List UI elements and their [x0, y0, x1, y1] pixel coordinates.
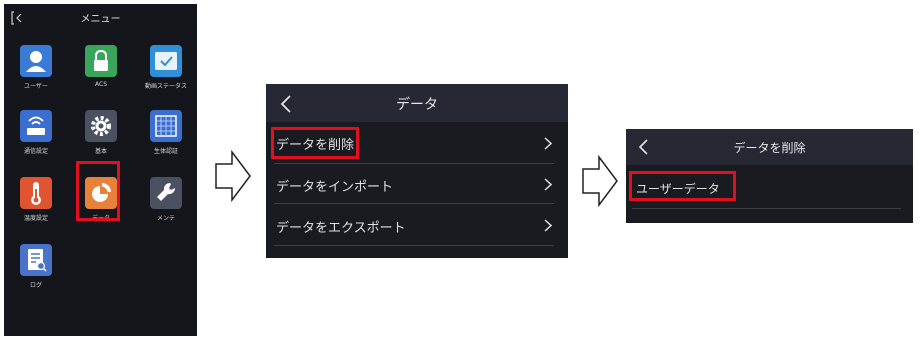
menu-item-label: データをインポート — [276, 180, 394, 195]
delete-data-title: データを削除 — [733, 141, 806, 155]
chevron-right-icon — [544, 137, 552, 150]
chevron-right-icon — [544, 178, 552, 191]
menu-tile-label: メンテ — [156, 215, 175, 222]
video-status-icon — [150, 45, 182, 77]
user-icon — [20, 45, 52, 77]
menu-tile-label: 動画ステータス — [144, 83, 187, 90]
menu-tile-label: 生体認証 — [153, 148, 178, 155]
menu-tile-label: ログ — [29, 282, 42, 289]
biometric-icon — [150, 110, 182, 142]
chevron-right-icon — [544, 219, 552, 232]
gear-icon — [85, 110, 117, 142]
log-icon — [20, 244, 52, 276]
data-screen-header: データ — [266, 84, 568, 122]
delete-data-screen: データを削除 ユーザーデータ — [626, 129, 913, 223]
menu-item-label: データをエクスポート — [276, 221, 406, 236]
highlight-box-delete-data — [271, 127, 359, 159]
lock-icon — [85, 45, 117, 77]
divider — [274, 245, 554, 246]
step-arrow-icon — [215, 150, 251, 202]
menu-item-export-data[interactable]: データをエクスポート — [266, 204, 568, 246]
divider — [632, 208, 901, 209]
wrench-icon — [150, 177, 182, 209]
menu-item-import-data[interactable]: データをインポート — [266, 164, 568, 204]
menu-title: メニュー — [80, 14, 121, 25]
highlight-box-user-data — [629, 171, 736, 201]
back-icon[interactable] — [11, 11, 25, 25]
data-screen-title: データ — [396, 97, 438, 113]
data-screen: データ データを削除 データをインポート データをエクスポート — [266, 84, 568, 258]
delete-data-header: データを削除 — [626, 129, 913, 165]
highlight-box-data-tile — [76, 161, 120, 221]
step-arrow-icon — [582, 155, 618, 207]
thermometer-icon — [20, 177, 52, 209]
network-icon — [20, 110, 52, 142]
